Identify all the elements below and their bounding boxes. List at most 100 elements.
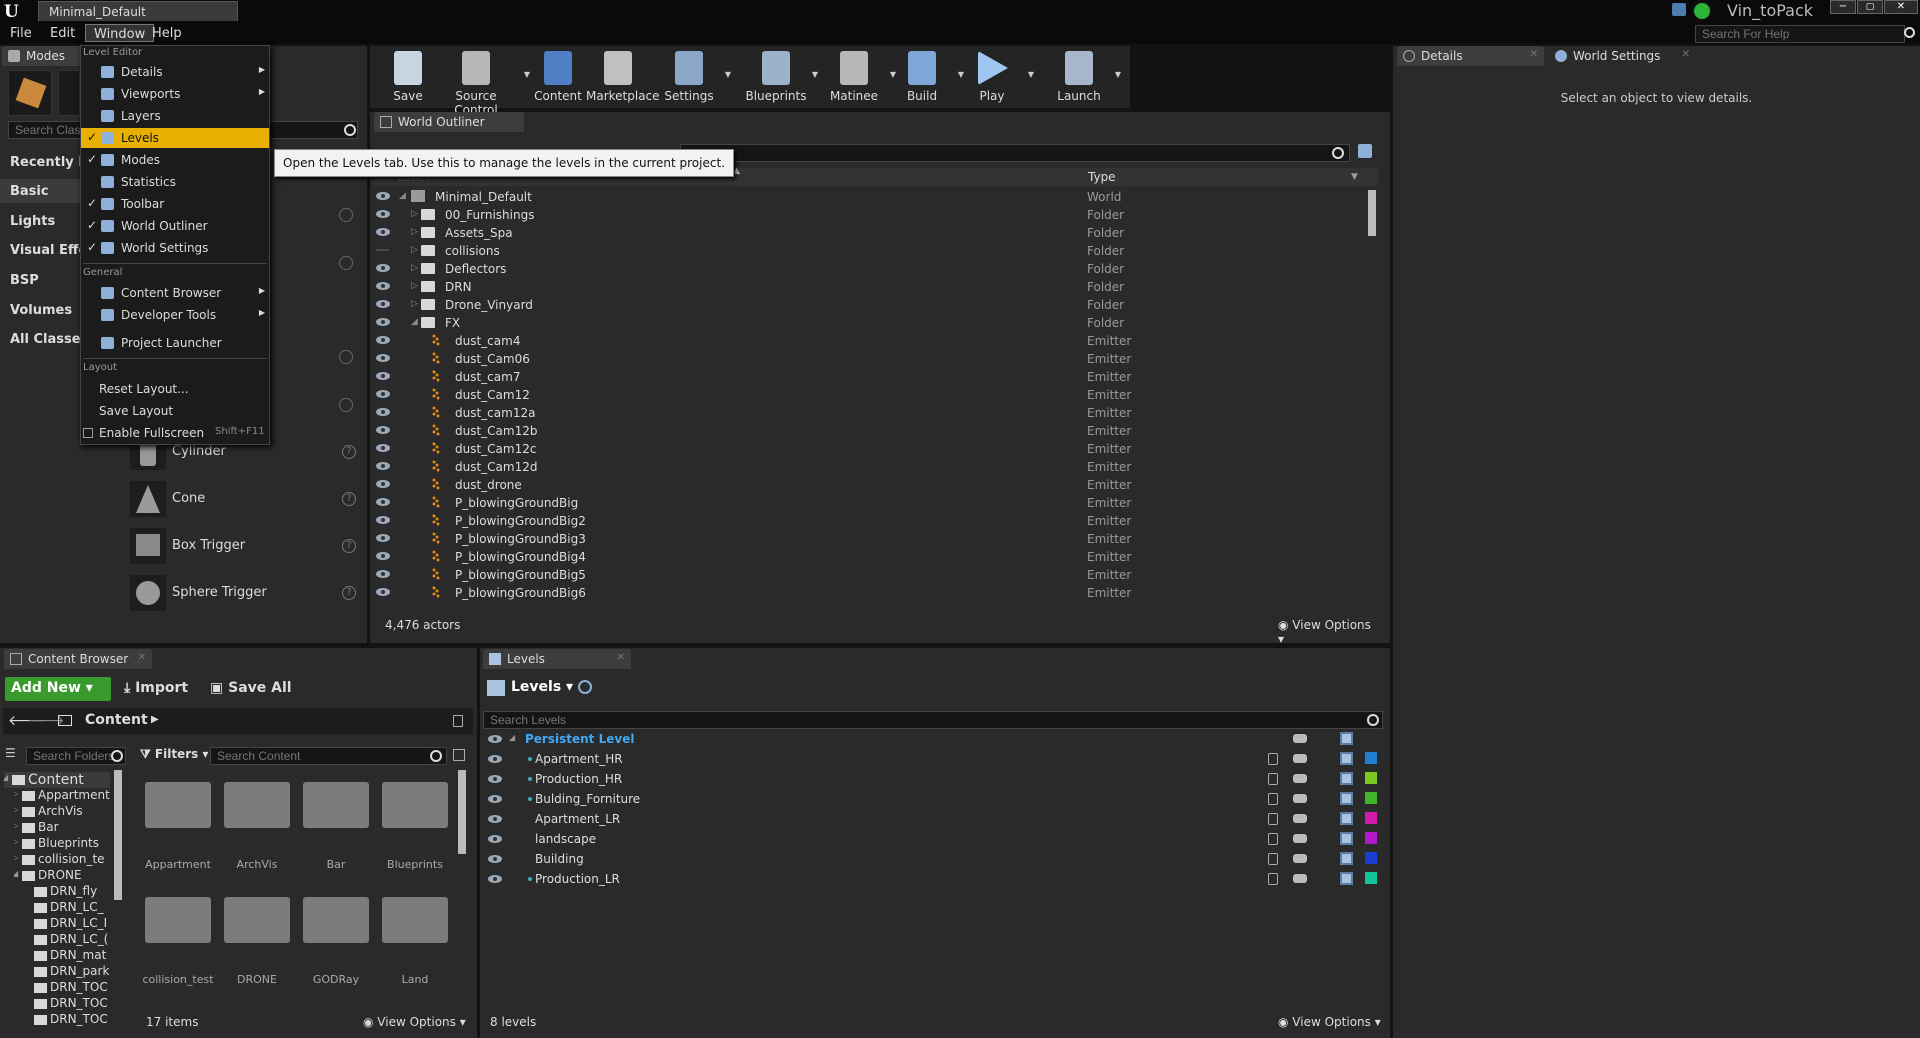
menu-item-layers[interactable]: Layers [81, 106, 269, 126]
eye-icon[interactable] [375, 316, 391, 328]
menu-edit[interactable]: Edit [42, 24, 83, 42]
folder-tree-item[interactable]: ◢ Content [4, 772, 110, 788]
help-icon[interactable] [339, 398, 353, 412]
eye-icon[interactable] [375, 550, 391, 562]
outliner-scrollbar[interactable] [1368, 190, 1376, 236]
outliner-row[interactable]: ▷ Deflectors Folder [375, 260, 1380, 278]
chat-icon[interactable] [1672, 3, 1686, 16]
maximize-button[interactable]: ▢ [1857, 0, 1883, 14]
level-color-icon[interactable] [1365, 752, 1377, 764]
toolbar-button-source-control[interactable]: Source Control ▼ [432, 48, 530, 117]
expand-arrow-icon[interactable]: ▷ [14, 821, 18, 830]
levels-view-options[interactable]: ◉ View Options ▾ [1278, 1015, 1381, 1029]
outliner-row[interactable]: dust_Cam12 Emitter [375, 386, 1380, 404]
expand-arrow-icon[interactable]: ▷ [14, 837, 18, 846]
menu-item-world-outliner[interactable]: ✓ World Outliner [81, 216, 269, 236]
outliner-row[interactable]: dust_Cam06 Emitter [375, 350, 1380, 368]
outliner-row[interactable]: ◢ FX Folder [375, 314, 1380, 332]
folder-tile[interactable]: Appartment [145, 782, 211, 872]
folder-tree-item[interactable]: DRN_LC_ [26, 900, 110, 916]
tab-modes[interactable]: Modes [2, 46, 82, 66]
eye-icon[interactable] [375, 190, 391, 202]
gamepad-icon[interactable] [1293, 834, 1307, 843]
toolbar-button-settings[interactable]: Settings ▼ [657, 48, 731, 106]
lock-icon[interactable] [1268, 813, 1278, 825]
outliner-row[interactable]: dust_cam12a Emitter [375, 404, 1380, 422]
add-new-button[interactable]: Add New ▾ [5, 677, 111, 701]
eye-icon[interactable] [487, 753, 503, 768]
content-search-icon[interactable] [430, 750, 442, 762]
folder-tree-item[interactable]: DRN_mat [26, 948, 110, 964]
outliner-row[interactable]: P_blowingGroundBig6 Emitter [375, 584, 1380, 602]
expand-arrow-icon[interactable]: ▷ [14, 805, 18, 814]
eye-icon[interactable] [375, 460, 391, 472]
outliner-view-options[interactable]: ◉ View Options ▾ [1278, 618, 1378, 646]
outliner-row[interactable]: dust_cam7 Emitter [375, 368, 1380, 386]
mode-paint-button[interactable] [58, 70, 80, 116]
gamepad-icon[interactable] [1293, 774, 1307, 783]
level-color-icon[interactable] [1365, 832, 1377, 844]
folder-tree-item[interactable]: DRN_TOC [26, 996, 110, 1012]
content-view-options[interactable]: ◉ View Options ▾ [363, 1015, 466, 1029]
menu-item-content-browser[interactable]: Content Browser ▶ [81, 283, 269, 303]
tab-levels[interactable]: Levels ✕ [483, 649, 631, 669]
expand-arrow-icon[interactable]: ▷ [411, 245, 418, 255]
expand-arrow-icon[interactable]: ▷ [14, 789, 18, 798]
expand-arrow-icon[interactable]: ◢ [4, 773, 8, 782]
gamepad-icon[interactable] [1293, 734, 1307, 743]
help-search-input[interactable] [1695, 25, 1905, 43]
dropdown-arrow-icon[interactable]: ▼ [1115, 70, 1121, 79]
menu-item-levels[interactable]: ✓ Levels [81, 128, 269, 148]
menu-file[interactable]: File [2, 24, 40, 42]
folder-tile[interactable]: ArchVis [224, 782, 290, 872]
help-icon[interactable] [339, 208, 353, 222]
levels-menu-button[interactable]: Levels ▾ [485, 677, 575, 699]
eye-icon[interactable] [375, 568, 391, 580]
save-icon[interactable] [1340, 792, 1353, 805]
help-icon[interactable]: ? [342, 539, 356, 553]
save-all-button[interactable]: ▣ Save All [210, 680, 292, 696]
eye-icon[interactable] [375, 298, 391, 310]
folder-tree-item[interactable]: DRN_LC_( [26, 932, 110, 948]
level-row[interactable]: Production_LR [487, 869, 1387, 889]
level-color-icon[interactable] [1365, 812, 1377, 824]
modes-search-icon[interactable] [344, 124, 356, 136]
level-color-icon[interactable] [1365, 852, 1377, 864]
gamepad-icon[interactable] [1293, 874, 1307, 883]
help-icon[interactable]: ? [342, 492, 356, 506]
eye-icon[interactable] [375, 406, 391, 418]
help-icon[interactable] [339, 256, 353, 270]
lock-icon[interactable] [1268, 873, 1278, 885]
eye-icon[interactable] [487, 833, 503, 848]
eye-icon[interactable] [375, 262, 391, 274]
save-icon[interactable] [1340, 852, 1353, 865]
shape-box-trigger[interactable]: Box Trigger? [130, 528, 360, 564]
column-type[interactable]: Type [1088, 170, 1116, 184]
folder-tree-item[interactable]: ▷ collision_te [14, 852, 110, 868]
expand-arrow-icon[interactable]: ▷ [411, 227, 418, 237]
gamepad-icon[interactable] [1293, 854, 1307, 863]
level-color-icon[interactable] [1365, 772, 1377, 784]
gamepad-icon[interactable] [1293, 794, 1307, 803]
import-button[interactable]: ⤓ Import [124, 680, 188, 696]
save-icon[interactable] [1340, 772, 1353, 785]
eye-icon[interactable] [375, 478, 391, 490]
lock-icon[interactable] [1268, 793, 1278, 805]
menu-item-developer-tools[interactable]: Developer Tools ▶ [81, 305, 269, 325]
tab-content-browser[interactable]: Content Browser ✕ [4, 649, 152, 669]
folder-tile[interactable]: Blueprints [382, 782, 448, 872]
search-content-input[interactable] [210, 747, 447, 765]
expand-arrow-icon[interactable]: ▷ [14, 853, 18, 862]
level-color-icon[interactable] [1365, 872, 1377, 884]
outliner-row[interactable]: P_blowingGroundBig5 Emitter [375, 566, 1380, 584]
level-row[interactable]: Production_HR [487, 769, 1387, 789]
outliner-row[interactable]: dust_Cam12c Emitter [375, 440, 1380, 458]
eye-icon[interactable] [375, 244, 391, 256]
expand-arrow-icon[interactable]: ▷ [411, 263, 418, 273]
search-levels-input[interactable] [483, 711, 1383, 729]
folder-tile[interactable]: GODRay [303, 897, 369, 987]
shape-cone[interactable]: Cone? [130, 481, 360, 517]
eye-icon[interactable] [375, 586, 391, 598]
path-content[interactable]: Content [85, 712, 148, 728]
folder-tree-item[interactable]: DRN_TOC [26, 1012, 110, 1028]
